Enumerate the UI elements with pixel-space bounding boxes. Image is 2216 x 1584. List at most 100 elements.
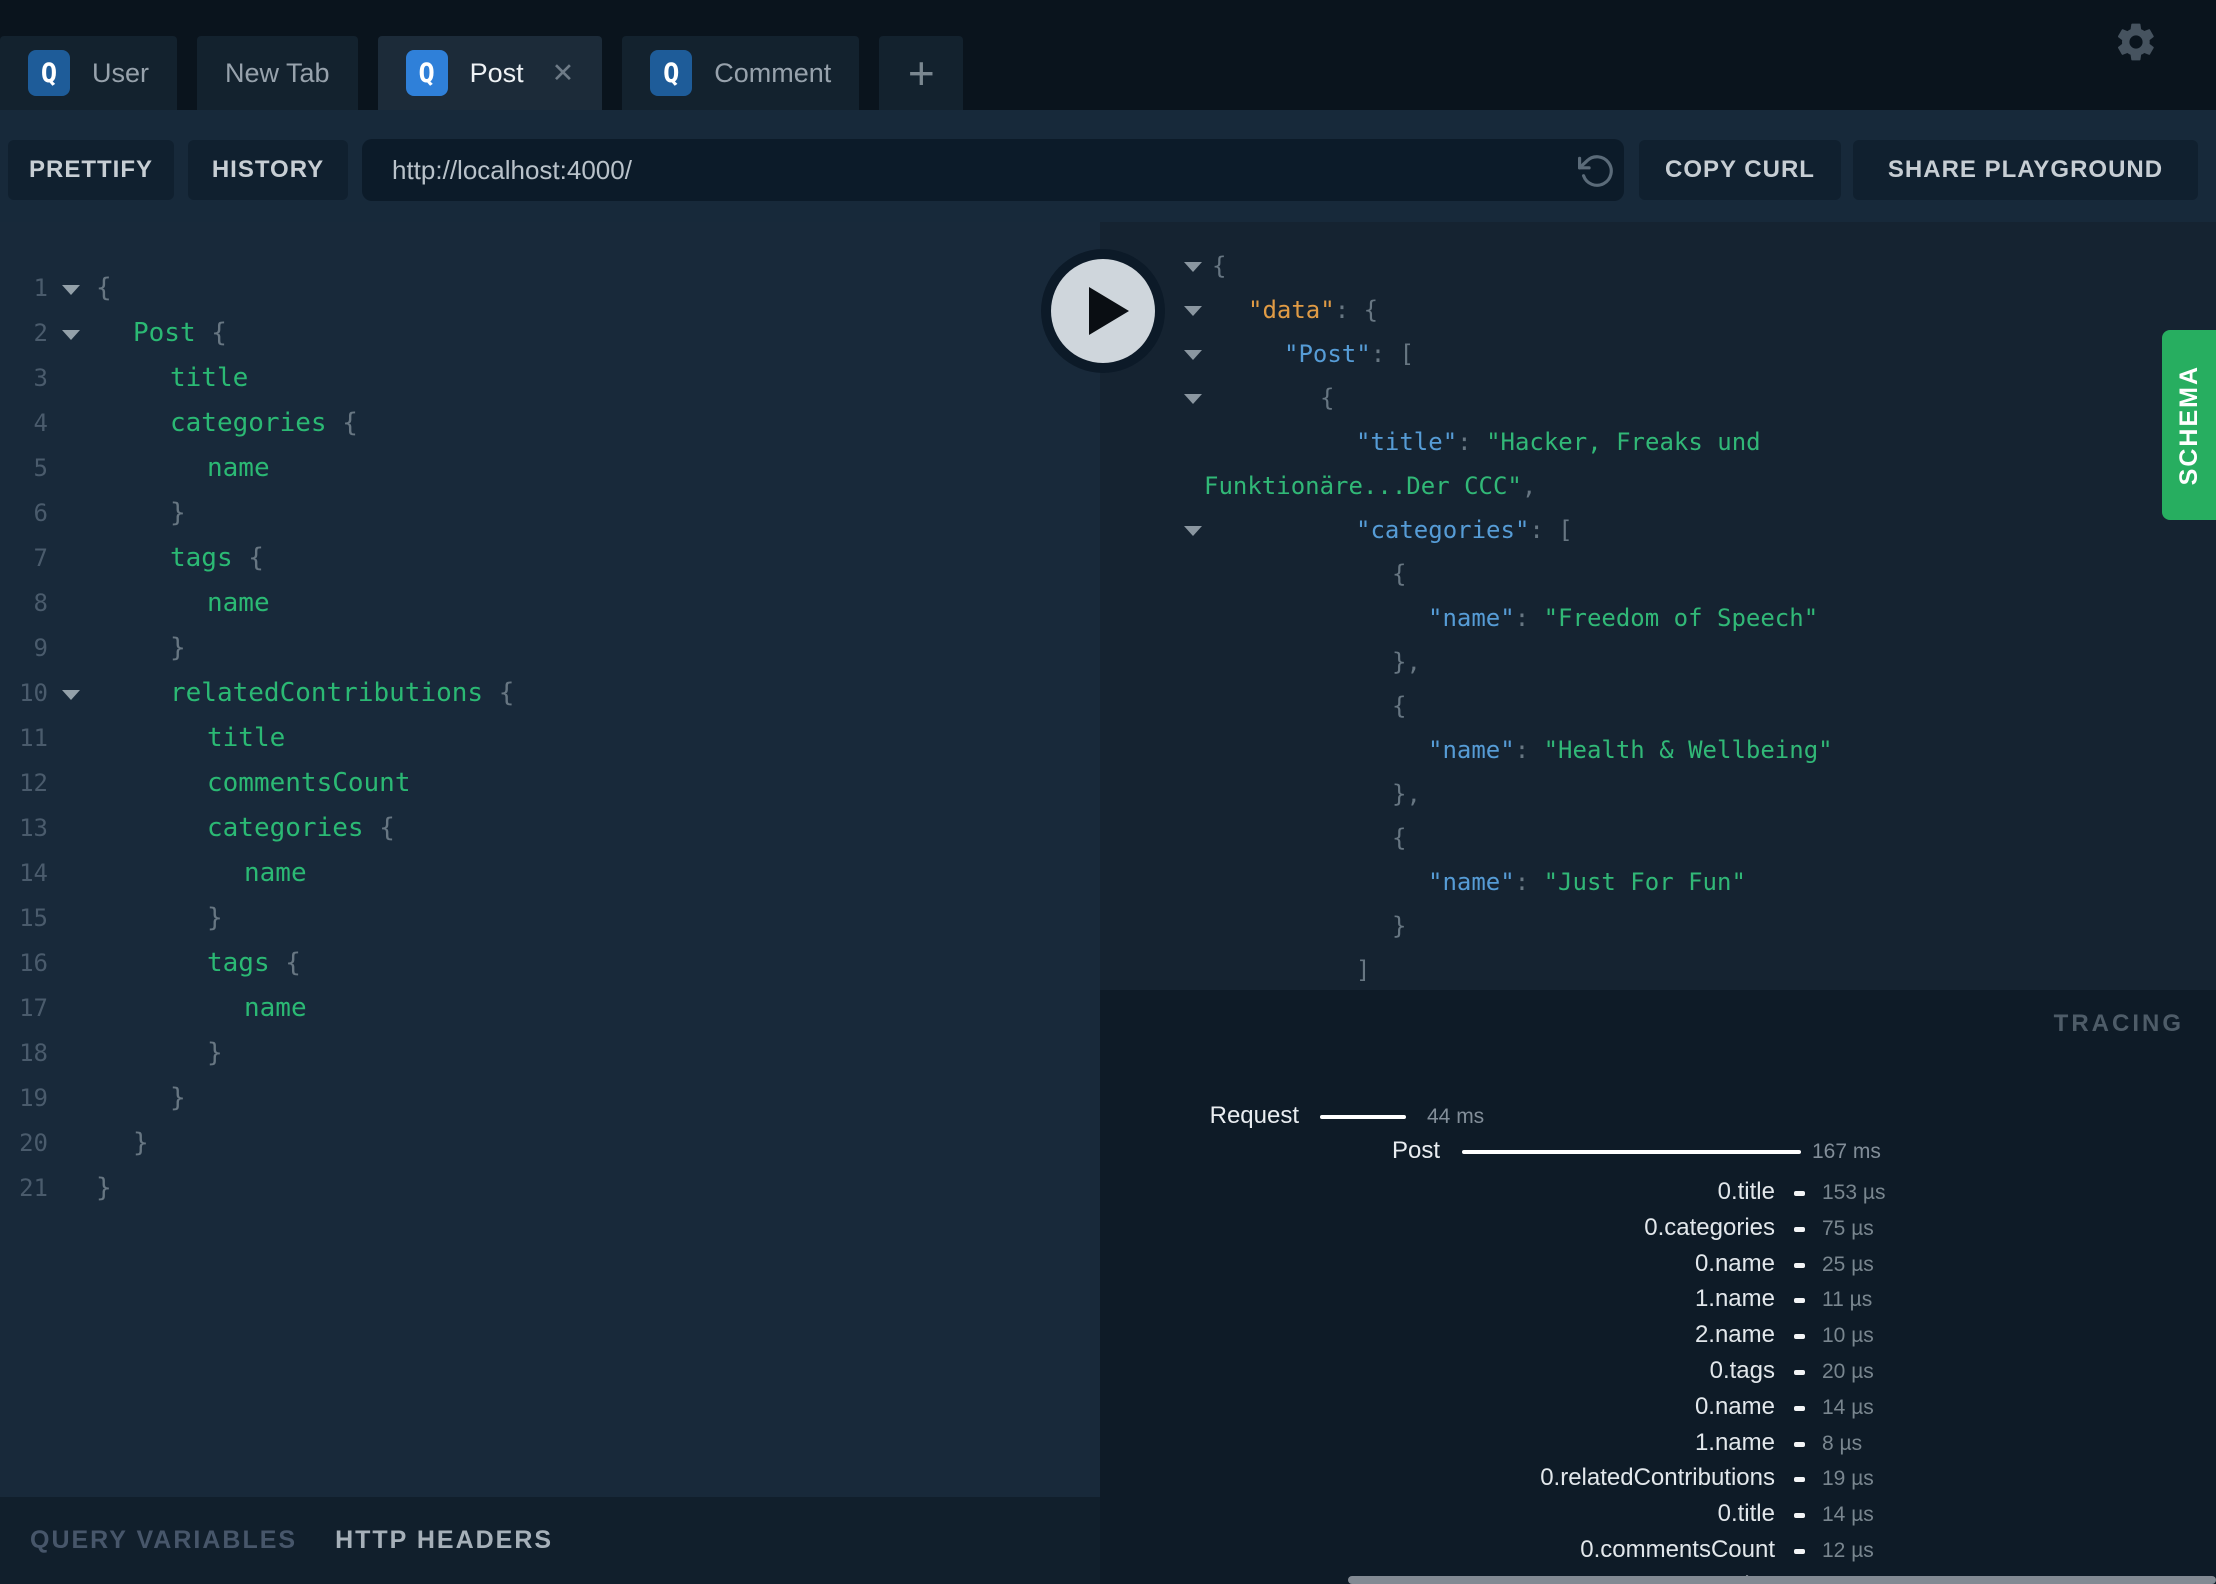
tab-new-tab[interactable]: New Tab	[197, 36, 358, 110]
trace-span-row: 0.relatedContributions 19 µs	[1100, 1464, 2216, 1494]
trace-span-path: 1.name	[1694, 1428, 1775, 1456]
response-line: "name": "Just For Fun"	[1100, 860, 2216, 904]
response-code: "data": {	[1248, 296, 1379, 324]
execute-query-button[interactable]	[1041, 249, 1165, 373]
query-code: }	[133, 1128, 149, 1158]
line-number: 18	[19, 1039, 48, 1067]
query-line: 8 name	[0, 581, 1100, 626]
trace-span-path: 0.name	[1694, 1249, 1775, 1277]
trace-post-row: Post 167 ms	[1100, 1137, 2216, 1167]
fold-arrow-icon[interactable]	[1184, 306, 1202, 316]
http-headers-tab[interactable]: HTTP HEADERS	[335, 1526, 553, 1555]
trace-span-path: 0.relatedContributions	[1540, 1464, 1775, 1492]
response-viewer: {"data": {"Post": [{"title": "Hacker, Fr…	[1100, 222, 2216, 990]
add-tab-button[interactable]: +	[879, 36, 964, 110]
trace-span-duration: 14 µs	[1822, 1395, 1874, 1419]
query-code: name	[207, 453, 270, 483]
fold-arrow-icon[interactable]	[1184, 526, 1202, 536]
query-line: 20}	[0, 1121, 1100, 1166]
tab-label: User	[92, 57, 150, 88]
trace-span-path: 1.name	[1694, 1285, 1775, 1313]
tab-label: Post	[469, 57, 524, 88]
response-line: {	[1100, 816, 2216, 860]
query-type-badge: Q	[28, 50, 70, 96]
trace-span-path: 0.commentsCount	[1580, 1536, 1775, 1563]
trace-span-row: 0.title 14 µs	[1100, 1500, 2216, 1530]
schema-side-tab[interactable]: SCHEMA	[2162, 330, 2216, 520]
response-line: {	[1100, 244, 2216, 288]
play-button-circle	[1051, 259, 1155, 363]
fold-arrow-icon[interactable]	[1184, 262, 1202, 272]
fold-arrow-icon[interactable]	[62, 330, 80, 340]
copy-curl-button[interactable]: COPY CURL	[1639, 140, 1841, 200]
play-icon	[1089, 287, 1129, 335]
response-line: "name": "Health & Wellbeing"	[1100, 728, 2216, 772]
line-number: 8	[33, 589, 48, 617]
query-line: 6}	[0, 491, 1100, 536]
history-button[interactable]: HISTORY	[188, 140, 348, 200]
endpoint-url-input[interactable]: http://localhost:4000/	[362, 139, 1624, 201]
trace-span-bar	[1794, 1370, 1805, 1375]
trace-span-row: 2.name 10 µs	[1100, 1321, 2216, 1351]
tracing-panel: TRACING Request 44 ms Post 167 ms 0.titl…	[1100, 990, 2216, 1584]
settings-gear-icon[interactable]	[2114, 20, 2158, 64]
response-code: {	[1392, 824, 1407, 852]
fold-arrow-icon[interactable]	[1184, 350, 1202, 360]
tab-comment[interactable]: Q Comment	[622, 36, 860, 110]
fold-arrow-icon[interactable]	[62, 690, 80, 700]
fold-arrow-icon[interactable]	[1184, 394, 1202, 404]
response-line: ]	[1100, 948, 2216, 990]
prettify-button[interactable]: PRETTIFY	[8, 140, 174, 200]
tab-list: Q User New Tab Q Post ✕ Q Comment +	[0, 36, 964, 110]
bottom-bar: QUERY VARIABLES HTTP HEADERS	[0, 1497, 1100, 1584]
trace-post-label: Post	[1391, 1137, 1440, 1164]
trace-span-bar	[1794, 1262, 1805, 1268]
share-playground-button[interactable]: SHARE PLAYGROUND	[1853, 140, 2198, 200]
toolbar: PRETTIFY HISTORY http://localhost:4000/ …	[0, 110, 2216, 222]
query-code: Post {	[133, 318, 227, 348]
trace-request-bar	[1320, 1115, 1406, 1119]
trace-span-row: 0.tags 20 µs	[1100, 1357, 2216, 1387]
trace-span-row: 1.name 8 µs	[1100, 1429, 2216, 1459]
close-tab-icon[interactable]: ✕	[552, 59, 575, 87]
response-code: ]	[1356, 956, 1371, 984]
query-code: name	[207, 588, 270, 618]
horizontal-scrollbar[interactable]	[1348, 1576, 2216, 1584]
reset-endpoint-icon[interactable]	[1578, 152, 1616, 195]
trace-span-row: 0.name 14 µs	[1100, 1393, 2216, 1423]
line-number: 5	[33, 454, 48, 482]
line-number: 6	[33, 499, 48, 527]
trace-span-bar	[1794, 1513, 1805, 1519]
query-code: {	[96, 273, 112, 303]
trace-span-bar	[1794, 1191, 1805, 1196]
line-number: 7	[33, 544, 48, 572]
endpoint-url-value: http://localhost:4000/	[392, 154, 632, 185]
query-line: 17 name	[0, 986, 1100, 1031]
tab-label: Comment	[714, 57, 832, 88]
line-number: 21	[19, 1174, 48, 1202]
fold-arrow-icon[interactable]	[62, 285, 80, 295]
trace-span-path: 0.title	[1717, 1178, 1775, 1205]
query-code: }	[170, 1083, 186, 1113]
line-number: 2	[33, 319, 48, 347]
query-line: 13 categories {	[0, 806, 1100, 851]
query-line: 14 name	[0, 851, 1100, 896]
query-code: title	[170, 363, 249, 393]
trace-span-duration: 19 µs	[1822, 1467, 1874, 1491]
trace-span-path: 0.title	[1717, 1500, 1775, 1528]
tab-user[interactable]: Q User	[0, 36, 178, 110]
tab-label: New Tab	[225, 57, 330, 88]
trace-span-row: 0.name 25 µs	[1100, 1250, 2216, 1280]
schema-side-tab-label: SCHEMA	[2174, 364, 2203, 486]
query-variables-tab[interactable]: QUERY VARIABLES	[30, 1526, 297, 1555]
tab-post[interactable]: Q Post ✕	[377, 36, 603, 110]
query-code: }	[207, 903, 223, 933]
response-code: }	[1392, 912, 1407, 940]
query-code: title	[207, 723, 286, 753]
line-number: 13	[19, 814, 48, 842]
query-editor[interactable]: 1{2 Post {3 title 4 categories {5 name 6} 7 tags…	[0, 222, 1100, 1497]
query-code: categories {	[170, 408, 358, 438]
query-code: commentsCount	[207, 768, 411, 798]
response-line: {	[1100, 376, 2216, 420]
query-line: 7 tags {	[0, 536, 1100, 581]
